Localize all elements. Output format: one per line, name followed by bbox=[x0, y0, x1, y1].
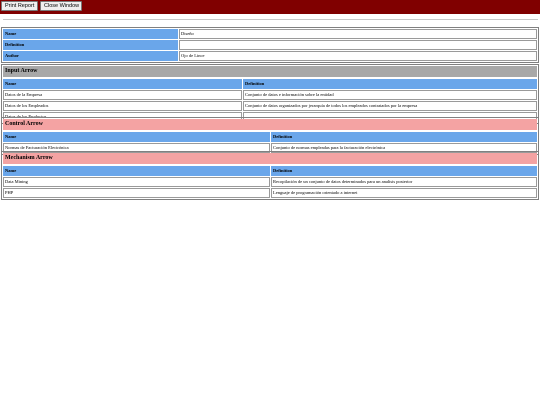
mechanism-arrow-table: Name Definition Data Mining Recopilación… bbox=[2, 165, 538, 199]
column-header-name: Name bbox=[3, 132, 270, 142]
row-name: Datos de los Empleados bbox=[3, 101, 242, 111]
properties-table: Name Diseño Definition Author Ojo de Lin… bbox=[1, 27, 539, 63]
table-header-row: Name Definition bbox=[3, 79, 537, 89]
table-row: Name Diseño bbox=[3, 29, 537, 39]
column-header-definition: Definition bbox=[271, 166, 537, 176]
table-header-row: Name Definition bbox=[3, 166, 537, 176]
divider bbox=[3, 19, 538, 20]
author-label: Author bbox=[3, 51, 178, 61]
table-row: Datos de la Empresa Conjunto de datos e … bbox=[3, 90, 537, 100]
mechanism-arrow-section: Mechanism Arrow Name Definition Data Min… bbox=[1, 151, 539, 200]
table-row: PHP Lenguaje de programación orientado a… bbox=[3, 188, 537, 198]
table-row: Datos de los Empleados Conjunto de datos… bbox=[3, 101, 537, 111]
definition-label: Definition bbox=[3, 40, 178, 50]
print-report-button[interactable]: Print Report bbox=[1, 1, 38, 11]
table-row: Author Ojo de Lince bbox=[3, 51, 537, 61]
control-arrow-title: Control Arrow bbox=[3, 119, 537, 130]
table-header-row: Name Definition bbox=[3, 132, 537, 142]
row-definition: Conjunto de datos organizados por jerarq… bbox=[243, 101, 537, 111]
column-header-name: Name bbox=[3, 166, 270, 176]
row-name: PHP bbox=[3, 188, 270, 198]
column-header-definition: Definition bbox=[243, 79, 537, 89]
input-arrow-section: Input Arrow Name Definition Datos de la … bbox=[1, 64, 539, 124]
row-definition: Recopilación de un conjunto de datos det… bbox=[271, 177, 537, 187]
top-toolbar: Print Report Close Window bbox=[0, 0, 540, 14]
table-row: Data Mining Recopilación de un conjunto … bbox=[3, 177, 537, 187]
mechanism-arrow-title: Mechanism Arrow bbox=[3, 153, 537, 164]
name-label: Name bbox=[3, 29, 178, 39]
definition-value bbox=[179, 40, 537, 50]
row-definition: Conjunto de datos e información sobre la… bbox=[243, 90, 537, 100]
table-row: Definition bbox=[3, 40, 537, 50]
column-header-name: Name bbox=[3, 79, 242, 89]
author-value: Ojo de Lince bbox=[179, 51, 537, 61]
row-definition: Lenguaje de programación orientado a int… bbox=[271, 188, 537, 198]
input-arrow-title: Input Arrow bbox=[3, 66, 537, 77]
row-name: Datos de la Empresa bbox=[3, 90, 242, 100]
name-value: Diseño bbox=[179, 29, 537, 39]
column-header-definition: Definition bbox=[271, 132, 537, 142]
control-arrow-section: Control Arrow Name Definition Normas de … bbox=[1, 117, 539, 155]
row-name: Data Mining bbox=[3, 177, 270, 187]
close-window-button[interactable]: Close Window bbox=[40, 1, 82, 11]
